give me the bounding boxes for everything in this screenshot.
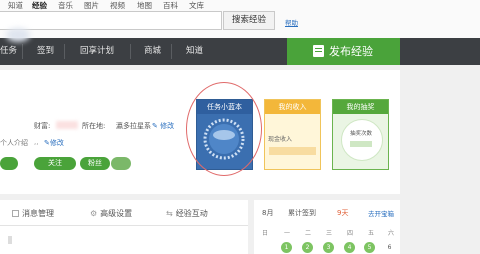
exchange-icon: ⇆ [166,209,173,218]
location-label: 所在地: [82,122,106,130]
edit-icon [313,45,324,57]
tab-interactions[interactable]: ⇆ 经验互动 [166,208,208,219]
nav-item-signin[interactable]: 签到 [37,38,54,65]
management-panel: 消息管理 ⚙ 高级设置 ⇆ 经验互动 [0,200,248,254]
weekday-thu: 四 [347,230,354,237]
income-cash-label: 现金收入 [268,136,293,143]
nav-item-share-plan[interactable]: 回享计划 [80,38,114,65]
top-nav-video[interactable]: 视频 [110,0,125,11]
gear-icon: ⚙ [90,209,98,218]
nav-item-tasks[interactable]: 任务 [0,38,17,65]
annotation-highlight-circle [186,82,262,176]
weekday-fri: 五 [368,230,375,237]
income-card-title: 我的收入 [265,100,320,114]
calendar-month: 8月 [262,209,274,217]
tab-messages[interactable]: 消息管理 [12,208,54,219]
top-nav-map[interactable]: 地图 [137,0,152,11]
intro-label: 个人介绍 [0,139,28,147]
signin-total-days: 9天 [337,209,349,217]
wealth-value-blurred [56,121,78,129]
signin-total-label: 累计签到 [288,209,316,217]
calendar-day[interactable]: 2 [302,242,313,253]
fans-button[interactable]: 粉丝 [80,157,110,170]
calendar-day[interactable]: 1 [281,242,292,253]
weekday-wed: 三 [326,230,333,237]
nav-item-mall[interactable]: 商城 [144,38,161,65]
weekday-tue: 二 [305,230,312,237]
lottery-wheel-icon [341,119,383,161]
username-blurred [6,28,30,42]
open-chest-link[interactable]: 去开宝箱 [368,208,394,218]
tab-advanced-settings[interactable]: ⚙ 高级设置 [90,208,132,219]
search-input[interactable] [0,11,222,30]
management-tabs: 消息管理 ⚙ 高级设置 ⇆ 经验互动 [0,200,248,226]
profile-stat-button[interactable] [0,157,18,170]
main-nav-bar: 任务 签到 回享计划 商城 知道 [0,38,480,65]
lottery-count-label: 抽奖次数 [349,131,372,137]
top-nav-music[interactable]: 音乐 [58,0,73,11]
publish-experience-button[interactable]: 发布经验 [287,38,400,65]
top-nav-baike[interactable]: 百科 [163,0,178,11]
top-nav-zhidao[interactable]: 知道 [8,0,23,11]
calendar-day[interactable]: 3 [323,242,334,253]
help-link[interactable]: 帮助 [285,17,298,27]
message-icon [12,210,19,217]
my-lottery-card[interactable]: 我的抽奖 抽奖次数 [332,99,389,170]
publish-label: 发布经验 [329,45,373,58]
calendar-day[interactable]: 6 [384,242,395,253]
calendar-day[interactable]: 5 [364,242,375,253]
nav-item-zhidao[interactable]: 知道 [186,38,203,65]
calendar-day[interactable]: 4 [344,242,355,253]
lottery-card-title: 我的抽奖 [333,100,388,114]
weekday-sat: 六 [388,230,395,237]
top-nav-wenku[interactable]: 文库 [189,0,204,11]
top-nav-images[interactable]: 图片 [84,0,99,11]
weekday-mon: 一 [284,230,291,237]
wealth-label: 财富: [34,122,51,130]
search-button[interactable]: 搜索经验 [223,11,275,30]
follow-button[interactable]: 关注 [34,157,76,170]
fans-count-blurred [111,157,131,170]
location-edit-link[interactable]: ✎ 修改 [152,121,174,131]
top-nav-jingyan[interactable]: 经验 [32,0,47,11]
location-value: 瀛多拉星系 [116,122,151,130]
intro-edit-link[interactable]: ✎修改 [44,138,64,148]
my-income-card[interactable]: 我的收入 现金收入 [264,99,321,170]
weekday-sun: 日 [262,230,269,237]
